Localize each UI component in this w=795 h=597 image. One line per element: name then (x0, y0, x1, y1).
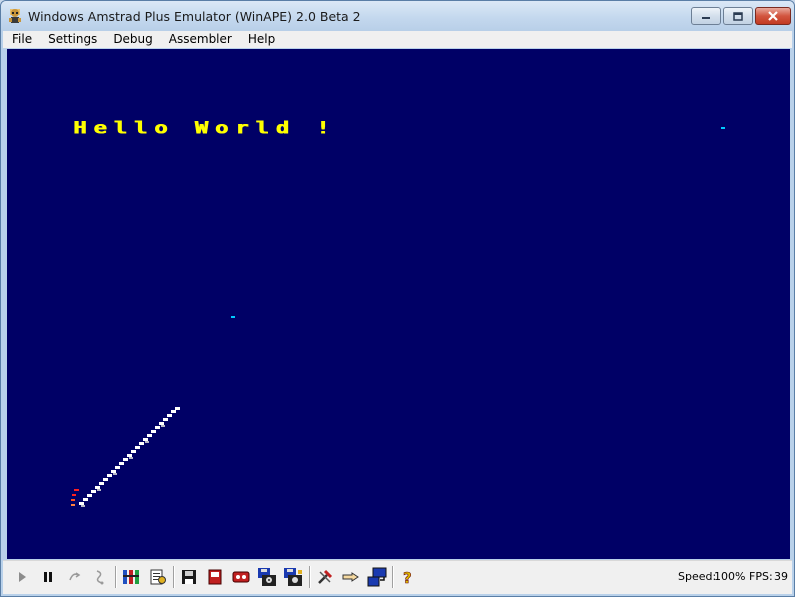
close-button[interactable] (755, 7, 791, 25)
emulator-window: Windows Amstrad Plus Emulator (WinAPE) 2… (0, 0, 795, 597)
toolbar-status-bar: ? Speed: 100% FPS: 39 (3, 560, 792, 594)
red-pixel (71, 499, 75, 501)
disc-save-icon (182, 570, 196, 584)
maximize-icon (733, 11, 743, 21)
speed-value: 100% (714, 570, 746, 583)
diagonal-line-shade (81, 425, 165, 507)
pointer-icon (342, 572, 359, 582)
minimize-icon (702, 17, 710, 19)
play-icon (19, 572, 26, 582)
menu-assembler[interactable]: Assembler (160, 31, 239, 48)
tools-icon (318, 569, 333, 584)
window-title: Windows Amstrad Plus Emulator (WinAPE) 2… (28, 9, 361, 24)
cyan-pixel (231, 316, 235, 318)
close-icon (768, 11, 778, 21)
rom-settings-icon (123, 570, 139, 584)
title-bar[interactable]: Windows Amstrad Plus Emulator (WinAPE) 2… (1, 1, 794, 31)
config-button[interactable] (148, 567, 168, 587)
step-over-button[interactable] (90, 567, 110, 587)
red-pixel (72, 494, 76, 496)
menu-bar: File Settings Debug Assembler Help (3, 31, 792, 48)
maximize-button[interactable] (723, 7, 753, 25)
menu-settings[interactable]: Settings (39, 31, 104, 48)
pause-button[interactable] (38, 567, 58, 587)
red-pixel (74, 489, 79, 491)
menu-debug[interactable]: Debug (104, 31, 159, 48)
disc-drive-b-icon (284, 568, 302, 586)
svg-text:?: ? (403, 569, 412, 585)
fps-value: 39 (774, 570, 788, 583)
help-button[interactable]: ? (397, 567, 417, 587)
red-pixel (71, 504, 75, 506)
rom-settings-button[interactable] (121, 567, 141, 587)
tools-button[interactable] (315, 567, 335, 587)
diagonal-line (79, 407, 180, 505)
fps-label: FPS: (749, 570, 773, 583)
menu-file[interactable]: File (3, 31, 39, 48)
play-button[interactable] (12, 567, 32, 587)
menu-help[interactable]: Help (239, 31, 282, 48)
screen-transfer-icon (367, 567, 387, 587)
toolbar-separator (115, 566, 117, 588)
screen-transfer-button[interactable] (367, 567, 387, 587)
step-icon (69, 572, 81, 581)
winape-app-icon[interactable] (7, 8, 23, 24)
help-icon: ? (403, 569, 412, 585)
minimize-button[interactable] (691, 7, 721, 25)
pause-icon (44, 572, 52, 582)
disc-drive-a-icon (258, 568, 276, 586)
emulator-screen[interactable]: Hello World ! (7, 49, 790, 559)
step-button[interactable] (64, 567, 84, 587)
disc-drive-b-button[interactable] (283, 567, 303, 587)
speed-label: Speed: (678, 570, 717, 583)
cyan-pixel (721, 127, 725, 129)
toolbar-separator (173, 566, 175, 588)
tape-button[interactable] (231, 567, 251, 587)
pointer-button[interactable] (341, 567, 361, 587)
screen-graphics (71, 127, 725, 507)
disc-drive-a-button[interactable] (257, 567, 277, 587)
toolbar-separator (392, 566, 394, 588)
step-over-icon (96, 570, 104, 585)
snapshot-icon (208, 569, 222, 585)
snapshot-button[interactable] (205, 567, 225, 587)
tape-icon (232, 571, 250, 583)
config-icon (150, 569, 166, 585)
toolbar-separator (309, 566, 311, 588)
disc-save-button[interactable] (179, 567, 199, 587)
